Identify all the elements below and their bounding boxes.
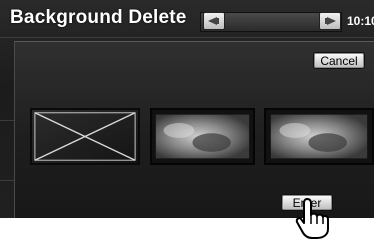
pointing-hand-icon [295,198,329,239]
side-deco-line [0,120,14,121]
screen: Background Delete 10:10 Cancel [0,0,374,240]
cloud-texture-icon [155,114,250,159]
background-thumbnail-1[interactable] [30,108,140,165]
background-thumbnail-2[interactable] [150,108,255,165]
header-divider [0,37,374,38]
scroll-left-button[interactable] [203,12,225,30]
side-deco-line [0,180,14,181]
scroll-right-arrow-icon [325,17,336,25]
x-cross-icon [32,110,138,163]
background-thumbnail-3[interactable] [264,108,374,165]
cancel-button[interactable]: Cancel [313,52,365,69]
cloud-texture-icon [270,114,368,159]
scroll-right-button[interactable] [319,12,341,30]
clock: 10:10 [347,14,374,28]
device-display: Background Delete 10:10 Cancel [0,0,374,218]
page-title: Background Delete [10,7,187,28]
scroll-left-arrow-icon [208,17,219,25]
